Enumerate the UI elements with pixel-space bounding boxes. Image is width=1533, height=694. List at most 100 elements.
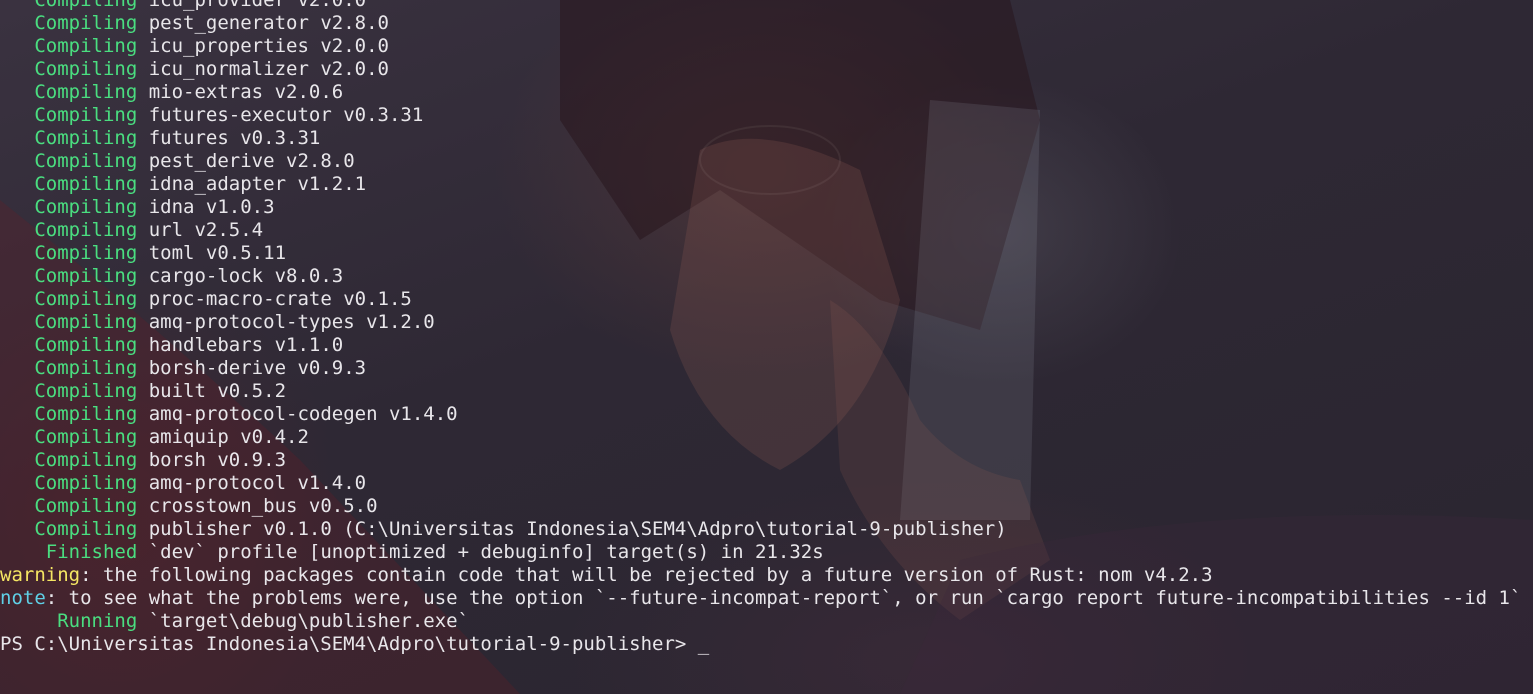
text-cursor: _ bbox=[697, 633, 710, 655]
output-line: Compiling futures-executor v0.3.31 bbox=[0, 104, 1533, 127]
status-label: Compiling bbox=[34, 311, 138, 333]
status-text: cargo-lock v8.0.3 bbox=[148, 265, 344, 287]
separator bbox=[137, 265, 148, 287]
separator bbox=[137, 58, 148, 80]
separator bbox=[137, 541, 148, 563]
status-label: Compiling bbox=[34, 472, 138, 494]
separator bbox=[137, 610, 148, 632]
status-label: Compiling bbox=[34, 334, 138, 356]
status-label: Compiling bbox=[34, 58, 138, 80]
output-line: Compiling publisher v0.1.0 (C:\Universit… bbox=[0, 518, 1533, 541]
status-label: Compiling bbox=[34, 288, 138, 310]
output-line: Finished `dev` profile [unoptimized + de… bbox=[0, 541, 1533, 564]
status-text: publisher v0.1.0 (C:\Universitas Indones… bbox=[148, 518, 1007, 540]
status-label: Compiling bbox=[34, 196, 138, 218]
status-text: amq-protocol-codegen v1.4.0 bbox=[148, 403, 458, 425]
output-line: Compiling built v0.5.2 bbox=[0, 380, 1533, 403]
status-text: `dev` profile [unoptimized + debuginfo] … bbox=[148, 541, 824, 563]
separator bbox=[137, 518, 148, 540]
separator bbox=[137, 0, 148, 11]
output-line: Compiling icu_properties v2.0.0 bbox=[0, 35, 1533, 58]
status-label: Compiling bbox=[34, 104, 138, 126]
separator bbox=[137, 196, 148, 218]
status-label: Compiling bbox=[34, 150, 138, 172]
status-text: icu_provider v2.0.0 bbox=[148, 0, 367, 11]
status-text: idna v1.0.3 bbox=[148, 196, 275, 218]
output-line: Compiling amq-protocol v1.4.0 bbox=[0, 472, 1533, 495]
status-label: Finished bbox=[45, 541, 138, 563]
output-line: Compiling borsh v0.9.3 bbox=[0, 449, 1533, 472]
separator bbox=[137, 403, 148, 425]
status-text: proc-macro-crate v0.1.5 bbox=[148, 288, 412, 310]
output-line: Compiling futures v0.3.31 bbox=[0, 127, 1533, 150]
output-line: Compiling mio-extras v2.0.6 bbox=[0, 81, 1533, 104]
status-label: Compiling bbox=[34, 495, 138, 517]
status-text: pest_generator v2.8.0 bbox=[148, 12, 389, 34]
output-line: Compiling cargo-lock v8.0.3 bbox=[0, 265, 1533, 288]
note-line: note: to see what the problems were, use… bbox=[0, 587, 1533, 610]
output-line: Compiling handlebars v1.1.0 bbox=[0, 334, 1533, 357]
status-label: Compiling bbox=[34, 127, 138, 149]
status-label: Compiling bbox=[34, 0, 138, 11]
status-label: Compiling bbox=[34, 35, 138, 57]
status-label: Running bbox=[57, 610, 138, 632]
status-text: futures v0.3.31 bbox=[148, 127, 321, 149]
output-line: Compiling pest_derive v2.8.0 bbox=[0, 150, 1533, 173]
warning-label: warning bbox=[0, 564, 81, 586]
status-text: amq-protocol v1.4.0 bbox=[148, 472, 367, 494]
output-line: Running `target\debug\publisher.exe` bbox=[0, 610, 1533, 633]
output-line: Compiling amq-protocol-codegen v1.4.0 bbox=[0, 403, 1533, 426]
warning-line: warning: the following packages contain … bbox=[0, 564, 1533, 587]
separator bbox=[137, 173, 148, 195]
status-text: pest_derive v2.8.0 bbox=[148, 150, 355, 172]
status-text: `target\debug\publisher.exe` bbox=[148, 610, 470, 632]
separator bbox=[137, 472, 148, 494]
status-text: mio-extras v2.0.6 bbox=[148, 81, 344, 103]
separator bbox=[137, 127, 148, 149]
status-label: Compiling bbox=[34, 357, 138, 379]
output-line: Compiling crosstown_bus v0.5.0 bbox=[0, 495, 1533, 518]
status-text: built v0.5.2 bbox=[148, 380, 287, 402]
separator bbox=[137, 219, 148, 241]
status-text: amiquip v0.4.2 bbox=[148, 426, 309, 448]
status-text: url v2.5.4 bbox=[148, 219, 264, 241]
separator bbox=[137, 311, 148, 333]
status-label: Compiling bbox=[34, 449, 138, 471]
separator bbox=[137, 150, 148, 172]
separator bbox=[137, 12, 148, 34]
status-text: idna_adapter v1.2.1 bbox=[148, 173, 367, 195]
prompt-line[interactable]: PS C:\Universitas Indonesia\SEM4\Adpro\t… bbox=[0, 633, 1533, 656]
status-label: Compiling bbox=[34, 380, 138, 402]
prompt-text: PS C:\Universitas Indonesia\SEM4\Adpro\t… bbox=[0, 633, 698, 655]
separator bbox=[137, 380, 148, 402]
status-text: borsh-derive v0.9.3 bbox=[148, 357, 367, 379]
status-label: Compiling bbox=[34, 81, 138, 103]
output-line: Compiling idna v1.0.3 bbox=[0, 196, 1533, 219]
output-line: Compiling borsh-derive v0.9.3 bbox=[0, 357, 1533, 380]
status-label: Compiling bbox=[34, 219, 138, 241]
output-line: Compiling amq-protocol-types v1.2.0 bbox=[0, 311, 1533, 334]
status-label: Compiling bbox=[34, 173, 138, 195]
separator bbox=[137, 449, 148, 471]
note-label: note bbox=[0, 587, 46, 609]
output-line: Compiling proc-macro-crate v0.1.5 bbox=[0, 288, 1533, 311]
terminal-window[interactable]: Compiling icu_provider v2.0.0 Compiling … bbox=[0, 0, 1533, 694]
